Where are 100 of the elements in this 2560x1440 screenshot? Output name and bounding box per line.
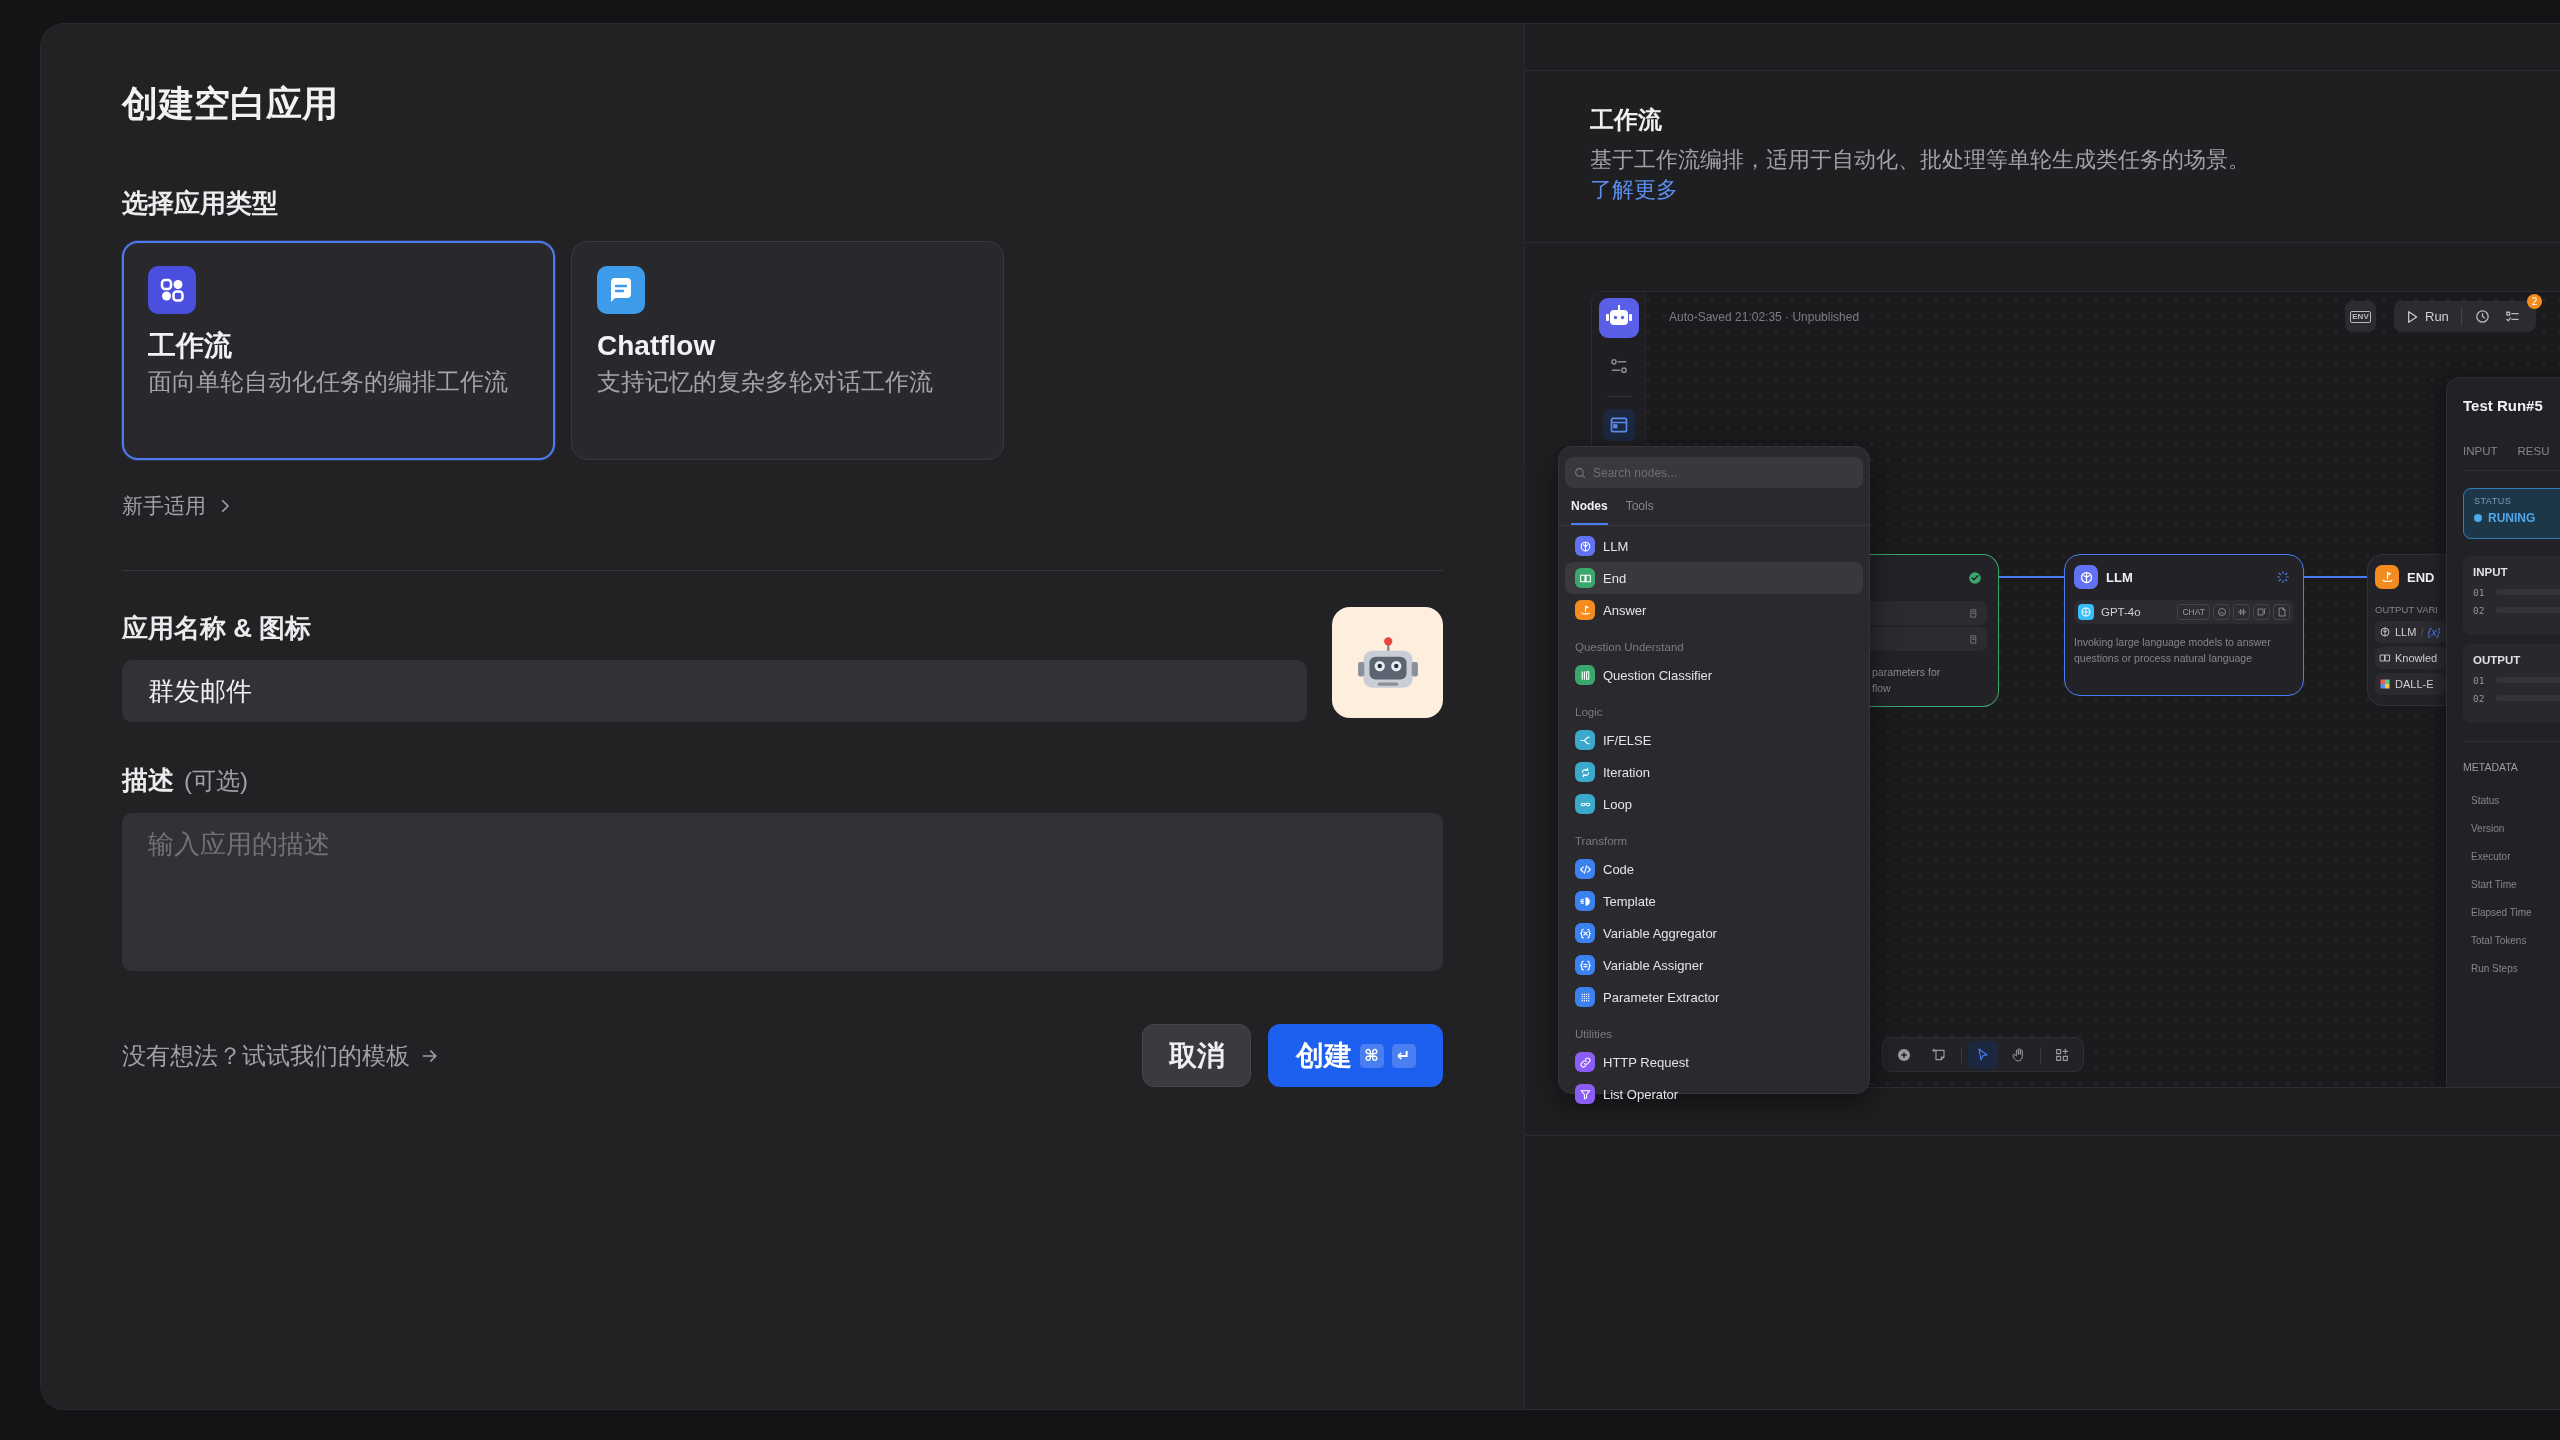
sidebar-tab[interactable] — [1602, 409, 1635, 441]
app-type-card[interactable]: 工作流 面向单轮自动化任务的编排工作流 — [122, 241, 555, 460]
output-variable: DALL-E — [2375, 673, 2447, 695]
line-number: 02 — [2473, 692, 2485, 704]
line-number: 02 — [2473, 604, 2485, 616]
picker-tab[interactable]: Nodes — [1571, 496, 1608, 525]
clock-icon — [2474, 308, 2492, 325]
output-label: OUTPUT VARI — [2375, 603, 2439, 617]
optional-hint: (可选) — [184, 766, 248, 796]
status-dot — [2474, 514, 2482, 522]
search-icon — [1573, 465, 1587, 480]
color-square-icon — [2379, 678, 2391, 690]
metadata-label: Status — [2470, 794, 2501, 808]
create-button[interactable]: 创建 ⌘ ↵ — [1268, 1024, 1443, 1087]
metadata-label: Start Time — [2470, 878, 2518, 892]
workflow-node[interactable]: LLM GPT-4o CHAT Invoking large language models to answer questions or process natural language — [2064, 554, 2304, 696]
node-type-item[interactable]: Variable Assigner — [1565, 949, 1863, 981]
workflow-node[interactable]: parameters for flow — [1870, 554, 1999, 707]
connector-line — [2304, 576, 2367, 578]
node-type-item[interactable]: List Operator — [1565, 1078, 1863, 1110]
model-name: GPT-4o — [2101, 606, 2142, 618]
node-type-item[interactable]: LLM — [1565, 530, 1863, 562]
model-logo-icon — [2078, 604, 2094, 620]
section-title: METADATA — [2463, 760, 2519, 775]
document-icon — [1968, 607, 1979, 619]
node-type-item[interactable]: Parameter Extractor — [1565, 981, 1863, 1013]
mode-tag: CHAT — [2177, 604, 2210, 620]
dialog-title: 创建空白应用 — [122, 82, 338, 126]
output-variable: LLM / {x} — [2375, 621, 2447, 643]
node-type-item[interactable]: Code — [1565, 853, 1863, 885]
node-type-item[interactable]: End — [1565, 562, 1863, 594]
shortcut-key: ⌘ — [1359, 1043, 1384, 1068]
line-number: 01 — [2473, 674, 2485, 686]
node-type-item[interactable]: Loop — [1565, 788, 1863, 820]
layout-icon — [2054, 1046, 2070, 1063]
window-icon — [1608, 415, 1629, 435]
status-label: STATUS — [2474, 495, 2513, 508]
app-type-card[interactable]: Chatflow 支持记忆的复杂多轮对话工作流 — [571, 241, 1004, 460]
section-title: INPUT — [2473, 565, 2509, 580]
card-description: 面向单轮自动化任务的编排工作流 — [148, 367, 508, 397]
section-title: OUTPUT — [2473, 653, 2522, 668]
autosave-status: Auto-Saved 21:02:35 · Unpublished — [1669, 309, 1860, 326]
connector-line — [1999, 576, 2064, 578]
panel-tab[interactable]: INPUT — [2463, 441, 2498, 470]
panel-tab[interactable]: RESU — [2517, 441, 2550, 470]
metadata-label: Version — [2470, 822, 2506, 836]
brain-icon — [2379, 626, 2391, 638]
group-label: Utilities — [1574, 1027, 1613, 1042]
cancel-button[interactable]: 取消 — [1142, 1024, 1251, 1087]
chat-icon — [597, 266, 645, 314]
node-type-item[interactable]: Iteration — [1565, 756, 1863, 788]
note-icon — [1932, 1046, 1948, 1063]
status-value: RUNING — [2488, 511, 2536, 525]
app-icon-button[interactable] — [1332, 607, 1443, 718]
preview-description: 基于工作流编排，适用于自动化、批处理等单轮生成类任务的场景。 了解更多 — [1590, 146, 2251, 204]
card-title: Chatflow — [597, 329, 716, 363]
node-title: LLM — [2106, 569, 2133, 585]
env-button[interactable]: ENV — [2345, 301, 2376, 332]
model-selector[interactable]: GPT-4o CHAT — [2074, 600, 2294, 624]
node-type-item[interactable]: Question Classifier — [1565, 659, 1863, 691]
metadata-label: Elapsed Time — [2470, 906, 2533, 920]
panel-title: Test Run#5 — [2463, 396, 2544, 416]
add-icon — [1896, 1046, 1912, 1063]
shortcut-key: ↵ — [1391, 1043, 1416, 1068]
metadata-label: Total Tokens — [2470, 934, 2528, 948]
document-icon — [1968, 633, 1979, 645]
node-type-item[interactable]: Variable Aggregator — [1565, 917, 1863, 949]
node-type-item[interactable]: Answer — [1565, 594, 1863, 626]
section-label: 选择应用类型 — [122, 187, 278, 220]
node-type-item[interactable]: IF/ELSE — [1565, 724, 1863, 756]
video-icon — [2255, 606, 2268, 618]
node-type-item[interactable]: HTTP Request — [1565, 1046, 1863, 1078]
field-label: 应用名称 & 图标 — [122, 612, 312, 645]
learn-more-link[interactable]: 了解更多 — [1590, 177, 1678, 202]
picker-tab[interactable]: Tools — [1625, 496, 1654, 525]
search-field[interactable]: Search nodes... — [1565, 457, 1863, 488]
line-number: 01 — [2473, 586, 2485, 598]
metadata-label: Run Steps — [2470, 962, 2519, 976]
book-icon — [2379, 652, 2391, 664]
description-field[interactable]: 输入应用的描述 — [122, 813, 1443, 971]
name-field[interactable]: 群发邮件 — [122, 660, 1307, 722]
node-title: END — [2407, 569, 2435, 585]
beginner-link[interactable]: 新手适用 — [122, 491, 234, 521]
tool-button[interactable] — [1968, 1040, 1998, 1069]
field-label: 描述 — [122, 764, 174, 797]
preview-title: 工作流 — [1590, 105, 1663, 135]
run-button[interactable]: Run — [2400, 302, 2453, 331]
workflow-node[interactable]: END OUTPUT VARI LLM / {x} Knowled DALL-E — [2367, 554, 2446, 706]
metadata-label: Executor — [2470, 850, 2512, 864]
sliders-icon — [1608, 356, 1629, 376]
image-icon — [2215, 606, 2228, 618]
group-label: Transform — [1574, 834, 1627, 849]
robot-app-icon — [1598, 298, 1639, 338]
node-description: parameters for — [1872, 665, 1941, 680]
node-type-item[interactable]: Template — [1565, 885, 1863, 917]
output-variable: Knowled — [2375, 647, 2447, 669]
template-link[interactable]: 没有想法？试试我们的模板 — [122, 1038, 440, 1073]
node-description: flow — [1872, 681, 1892, 696]
audio-icon — [2235, 606, 2248, 618]
workflow-icon — [148, 266, 196, 314]
